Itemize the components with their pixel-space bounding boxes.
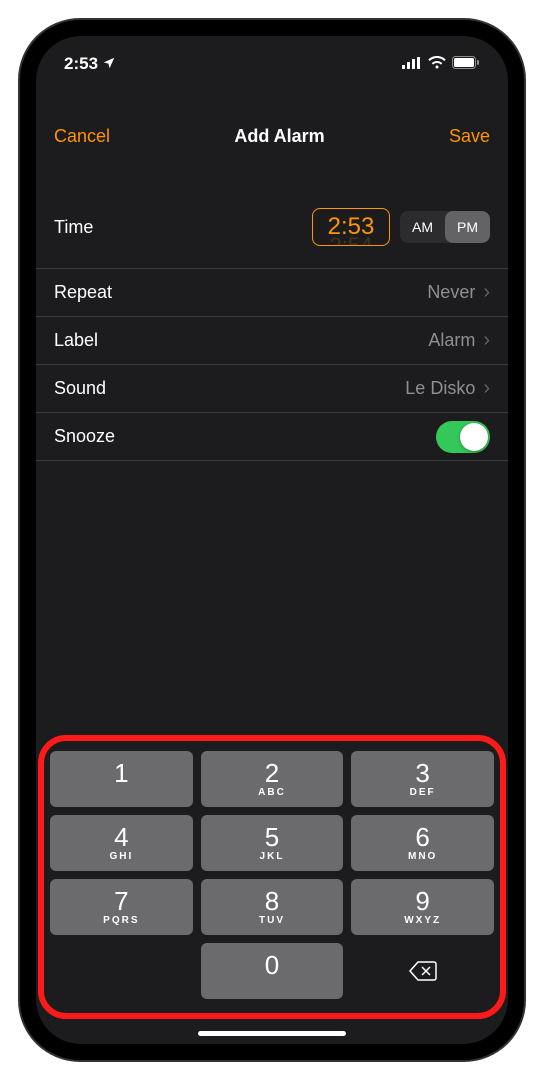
- spacer: [36, 461, 508, 733]
- toggle-knob: [460, 423, 488, 451]
- key-number: 2: [265, 760, 279, 786]
- key-letters: [270, 979, 275, 990]
- key-number: 4: [114, 824, 128, 850]
- battery-icon: [452, 54, 480, 74]
- key-number: 3: [415, 760, 429, 786]
- time-section: Time 2:53 2:54 AM PM: [36, 160, 508, 268]
- backspace-key[interactable]: [351, 943, 494, 999]
- key-number: 8: [265, 888, 279, 914]
- status-left: 2:53: [64, 54, 116, 74]
- key-letters: [119, 787, 124, 798]
- key-letters: MNO: [408, 851, 437, 862]
- label-label: Label: [54, 330, 98, 351]
- settings-list: Repeat Never › Label Alarm › Sound Le Di…: [36, 268, 508, 461]
- repeat-value: Never: [427, 282, 475, 303]
- repeat-label: Repeat: [54, 282, 112, 303]
- keypad-key-6[interactable]: 6MNO: [351, 815, 494, 871]
- numeric-keypad: 1 2ABC3DEF4GHI5JKL6MNO7PQRS8TUV9WXYZ0: [46, 747, 498, 1003]
- key-letters: TUV: [259, 915, 285, 926]
- keypad-key-1[interactable]: 1: [50, 751, 193, 807]
- sound-label: Sound: [54, 378, 106, 399]
- ampm-toggle: AM PM: [400, 211, 490, 243]
- status-time: 2:53: [64, 54, 98, 74]
- repeat-row[interactable]: Repeat Never ›: [36, 269, 508, 317]
- snooze-row: Snooze: [36, 413, 508, 461]
- time-controls: 2:53 2:54 AM PM: [312, 208, 490, 246]
- snooze-toggle[interactable]: [436, 421, 490, 453]
- am-button[interactable]: AM: [400, 211, 445, 243]
- keypad-key-7[interactable]: 7PQRS: [50, 879, 193, 935]
- status-right: [402, 54, 480, 74]
- key-number: 5: [265, 824, 279, 850]
- time-ghost: 2:54: [313, 233, 389, 246]
- nav-bar: Cancel Add Alarm Save: [36, 112, 508, 160]
- sound-value: Le Disko: [405, 378, 475, 399]
- time-label: Time: [54, 217, 93, 238]
- chevron-right-icon: ›: [483, 377, 490, 400]
- time-input[interactable]: 2:53 2:54: [312, 208, 390, 246]
- screen: 2:53: [36, 36, 508, 1044]
- keypad-key-5[interactable]: 5JKL: [201, 815, 344, 871]
- key-letters: WXYZ: [404, 915, 441, 926]
- save-button[interactable]: Save: [449, 126, 490, 147]
- home-indicator[interactable]: [198, 1031, 346, 1036]
- key-letters: ABC: [258, 787, 286, 798]
- key-letters: JKL: [260, 851, 285, 862]
- key-letters: PQRS: [103, 915, 139, 926]
- signal-icon: [402, 54, 422, 74]
- page-title: Add Alarm: [234, 126, 324, 147]
- key-number: 0: [265, 952, 279, 978]
- wifi-icon: [428, 54, 446, 74]
- keypad-key-9[interactable]: 9WXYZ: [351, 879, 494, 935]
- sound-row[interactable]: Sound Le Disko ›: [36, 365, 508, 413]
- label-value: Alarm: [428, 330, 475, 351]
- chevron-right-icon: ›: [483, 329, 490, 352]
- keypad-container: 1 2ABC3DEF4GHI5JKL6MNO7PQRS8TUV9WXYZ0: [40, 737, 504, 1017]
- key-number: 6: [415, 824, 429, 850]
- key-number: 1: [114, 760, 128, 786]
- key-letters: DEF: [410, 787, 436, 798]
- key-letters: GHI: [109, 851, 133, 862]
- key-number: 9: [415, 888, 429, 914]
- location-icon: [102, 56, 116, 73]
- keypad-key-8[interactable]: 8TUV: [201, 879, 344, 935]
- keypad-key-4[interactable]: 4GHI: [50, 815, 193, 871]
- chevron-right-icon: ›: [483, 281, 490, 304]
- keypad-key-0[interactable]: 0: [201, 943, 344, 999]
- snooze-label: Snooze: [54, 426, 115, 447]
- keypad-blank: [50, 943, 193, 999]
- label-row[interactable]: Label Alarm ›: [36, 317, 508, 365]
- cancel-button[interactable]: Cancel: [54, 126, 110, 147]
- key-number: 7: [114, 888, 128, 914]
- backspace-icon: [408, 960, 438, 982]
- phone-frame: 2:53: [20, 20, 524, 1060]
- status-bar: 2:53: [36, 36, 508, 84]
- keypad-key-2[interactable]: 2ABC: [201, 751, 344, 807]
- keypad-key-3[interactable]: 3DEF: [351, 751, 494, 807]
- pm-button[interactable]: PM: [445, 211, 490, 243]
